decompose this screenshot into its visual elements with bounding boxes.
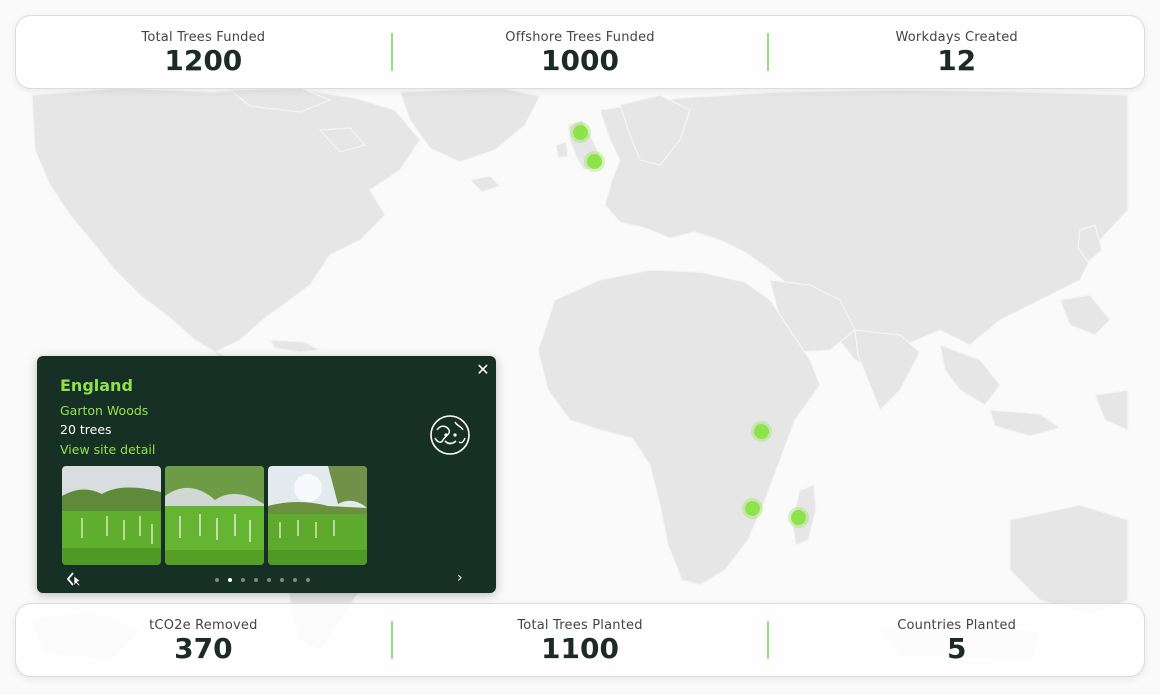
close-icon[interactable]: ✕	[473, 360, 493, 380]
carousel-dot[interactable]	[306, 578, 310, 582]
bottom-stats-bar: tCO2e Removed 370 Total Trees Planted 11…	[15, 603, 1145, 677]
carousel-dot[interactable]	[254, 578, 258, 582]
carousel-dot[interactable]	[280, 578, 284, 582]
popup-site-name: Garton Woods	[60, 403, 149, 418]
stat-value: 12	[937, 44, 977, 77]
stat-value: 1100	[541, 632, 619, 665]
map-marker-england[interactable]	[587, 154, 602, 169]
stat-total-trees-funded: Total Trees Funded 1200	[16, 16, 391, 88]
popup-country-title: England	[60, 376, 133, 395]
north-america-landmass	[31, 87, 421, 353]
view-site-detail-link[interactable]: View site detail	[60, 442, 155, 457]
map-marker-kenya[interactable]	[754, 424, 769, 439]
next-arrow-icon[interactable]: ›	[457, 570, 471, 586]
stat-tco2e-removed: tCO2e Removed 370	[16, 604, 391, 676]
carousel-dot-active[interactable]	[228, 578, 232, 582]
stat-label: Total Trees Planted	[517, 618, 643, 633]
carousel-dot[interactable]	[293, 578, 297, 582]
top-stats-bar: Total Trees Funded 1200 Offshore Trees F…	[15, 15, 1145, 89]
globe-icon	[430, 415, 470, 455]
carousel-dot[interactable]	[215, 578, 219, 582]
greenland-landmass	[399, 87, 541, 163]
stat-label: Countries Planted	[897, 618, 1017, 633]
stat-label: Total Trees Funded	[141, 30, 266, 45]
site-photo-1[interactable]	[62, 466, 161, 565]
carousel-dot[interactable]	[267, 578, 271, 582]
map-marker-mozambique[interactable]	[745, 501, 760, 516]
stat-value: 1200	[164, 44, 243, 77]
africa-landmass	[537, 269, 821, 586]
stat-label: Workdays Created	[895, 30, 1018, 45]
site-photo-3[interactable]	[268, 466, 367, 565]
stat-value: 370	[174, 632, 233, 665]
stat-value: 1000	[541, 44, 619, 77]
carousel-dots	[215, 578, 310, 582]
stat-workdays-created: Workdays Created 12	[769, 16, 1144, 88]
map-marker-madagascar[interactable]	[791, 510, 806, 525]
popup-tree-count: 20 trees	[60, 422, 112, 437]
stat-value: 5	[946, 632, 967, 665]
carousel-dot[interactable]	[241, 578, 245, 582]
stat-countries-planted: Countries Planted 5	[769, 604, 1144, 676]
stat-total-trees-planted: Total Trees Planted 1100	[393, 604, 768, 676]
stat-offshore-trees-funded: Offshore Trees Funded 1000	[393, 16, 768, 88]
previous-arrow-icon[interactable]	[65, 571, 83, 587]
site-popup-card: ✕ England Garton Woods 20 trees View sit…	[37, 356, 496, 593]
site-photo-2[interactable]	[165, 466, 264, 565]
stat-label: Offshore Trees Funded	[505, 30, 655, 45]
map-marker-scotland[interactable]	[573, 125, 588, 140]
stat-label: tCO2e Removed	[149, 618, 258, 633]
